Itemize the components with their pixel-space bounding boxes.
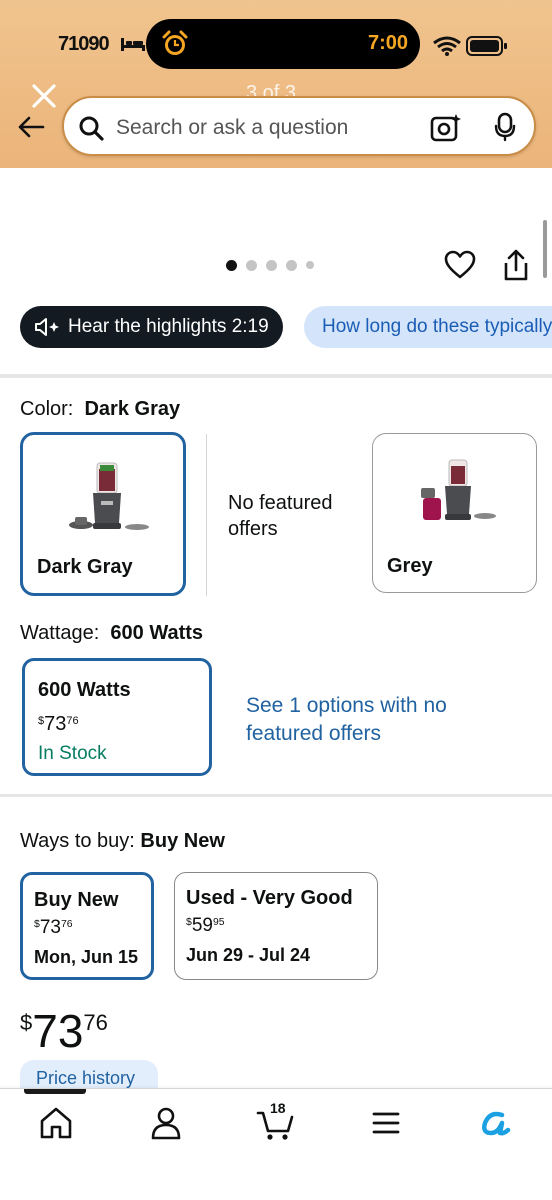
no-featured-offers-text: No featured offers [228, 492, 333, 540]
home-icon[interactable] [36, 1103, 76, 1143]
section-divider [0, 794, 552, 797]
sleep-icon [121, 38, 145, 51]
ways-to-buy-row: Ways to buy: Buy New [20, 830, 225, 853]
bottom-nav: 18 [0, 1088, 552, 1200]
buy-new-option[interactable]: Buy New $7376 Mon, Jun 15 [20, 872, 154, 980]
used-very-good-option[interactable]: Used - Very Good $5995 Jun 29 - Jul 24 [174, 872, 378, 980]
color-option-dark-gray[interactable]: Dark Gray [20, 432, 186, 596]
wattage-option-600[interactable]: 600 Watts $7376 In Stock [22, 658, 212, 776]
wattage-label-row: Wattage: 600 Watts [20, 622, 203, 645]
account-icon[interactable] [146, 1103, 186, 1143]
microphone-icon[interactable] [494, 112, 516, 142]
menu-icon[interactable] [366, 1103, 406, 1143]
color-option-label: Grey [387, 555, 433, 577]
ways-to-buy-label: Ways to buy: [20, 830, 135, 852]
buy-option-date: Mon, Jun 15 [34, 947, 139, 967]
search-input[interactable]: Search or ask a question [62, 96, 536, 156]
rufus-icon[interactable] [476, 1103, 516, 1143]
color-label-row: Color: Dark Gray [20, 398, 180, 421]
suggested-question-chip[interactable]: How long do these typically last? [304, 306, 552, 348]
wifi-icon [433, 36, 461, 56]
carousel-dot[interactable] [286, 259, 297, 271]
share-icon[interactable] [502, 248, 530, 282]
color-selected-value: Dark Gray [84, 398, 181, 420]
speaker-sparkle-icon [35, 318, 59, 336]
see-options-link[interactable]: See 1 options with no featured offers [246, 692, 466, 748]
suggested-question-label: How long do these typically last? [322, 316, 552, 337]
product-thumbnail [69, 462, 149, 530]
nav-active-indicator [24, 1089, 86, 1094]
status-left-text: 71090 [58, 33, 110, 55]
color-option-grey[interactable]: Grey [372, 433, 537, 593]
buy-option-price: $7376 [34, 917, 73, 938]
ways-to-buy-selected: Buy New [140, 830, 225, 852]
wattage-selected-value: 600 Watts [110, 622, 204, 644]
dynamic-island: 7:00 [146, 19, 420, 69]
wattage-option-title: 600 Watts [38, 679, 131, 701]
cart-count: 18 [270, 1100, 286, 1116]
search-placeholder: Search or ask a question [116, 116, 349, 139]
hear-highlights-button[interactable]: Hear the highlights 2:19 [20, 306, 283, 348]
status-time: 7:00 [367, 32, 408, 54]
price-history-button[interactable]: Price history [20, 1060, 158, 1090]
wattage-option-price: $7376 [38, 713, 79, 735]
stock-status: In Stock [38, 743, 107, 764]
carousel-dot[interactable] [226, 259, 237, 271]
carousel-dot[interactable] [246, 259, 257, 271]
buy-option-title: Buy New [34, 889, 119, 911]
product-price: $7376 [20, 1005, 108, 1057]
vertical-divider [206, 434, 207, 596]
color-option-label: Dark Gray [37, 556, 133, 578]
buy-option-price: $5995 [186, 915, 225, 936]
product-thumbnail [421, 459, 496, 520]
alarm-icon [162, 30, 188, 55]
buy-option-date: Jun 29 - Jul 24 [186, 945, 311, 965]
camera-search-icon[interactable] [430, 112, 462, 142]
wattage-label: Wattage: [20, 622, 100, 644]
scrollbar[interactable] [543, 220, 547, 278]
image-carousel-dots[interactable] [226, 258, 314, 272]
close-icon[interactable] [30, 82, 58, 110]
battery-icon [466, 36, 507, 56]
image-page-count: 3 of 3 [246, 82, 297, 96]
wishlist-heart-icon[interactable] [444, 250, 476, 280]
search-icon [79, 116, 104, 141]
header: 71090 7:00 3 of 3 Search or ask a questi… [0, 0, 552, 168]
carousel-dot[interactable] [306, 261, 314, 269]
carousel-dot[interactable] [266, 259, 277, 271]
section-divider [0, 374, 552, 378]
color-label: Color: [20, 398, 74, 420]
hear-highlights-label: Hear the highlights 2:19 [68, 316, 269, 337]
back-arrow-icon[interactable] [16, 112, 46, 142]
buy-option-title: Used - Very Good [186, 887, 353, 909]
